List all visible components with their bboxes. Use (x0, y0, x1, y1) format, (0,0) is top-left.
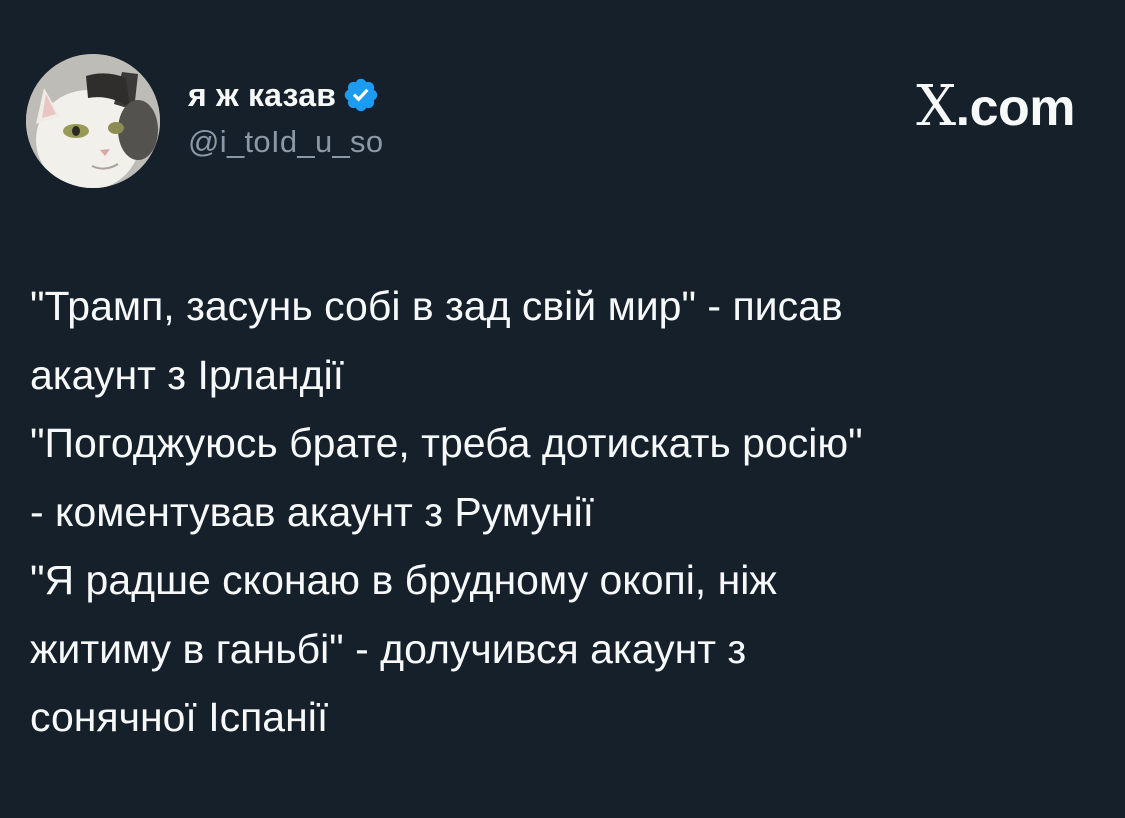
tweet-line: сонячної Іспанії (30, 694, 329, 740)
display-name[interactable]: я ж казав (188, 77, 336, 114)
brand-watermark: X .com (916, 74, 1075, 139)
x-logo-icon: X (916, 74, 956, 139)
tweet-line: "Трамп, засунь собі в зад свій мир" - пи… (30, 283, 843, 329)
handle[interactable]: @i_toId_u_so (188, 124, 383, 160)
tweet-line: - коментував акаунт з Румунії (30, 488, 595, 535)
tweet-line: "Я радше сконаю в брудному окопі, ніж (30, 557, 777, 603)
tweet-text: "Трамп, засунь собі в зад свій мир" - пи… (30, 272, 1110, 752)
avatar[interactable] (26, 54, 160, 188)
author-block: я ж казав @i_toId_u_so (188, 74, 383, 160)
verified-badge-icon (342, 76, 380, 114)
cat-avatar-icon (26, 54, 160, 188)
display-name-row: я ж казав (188, 74, 383, 116)
tweet-line: житиму в ганьбі" - долучився акаунт з (30, 625, 747, 672)
brand-label: .com (955, 79, 1076, 137)
tweet-line: "Погоджуюсь брате, треба дотискать росію… (30, 420, 863, 466)
tweet-line: акаунт з Ірландії (30, 351, 345, 398)
